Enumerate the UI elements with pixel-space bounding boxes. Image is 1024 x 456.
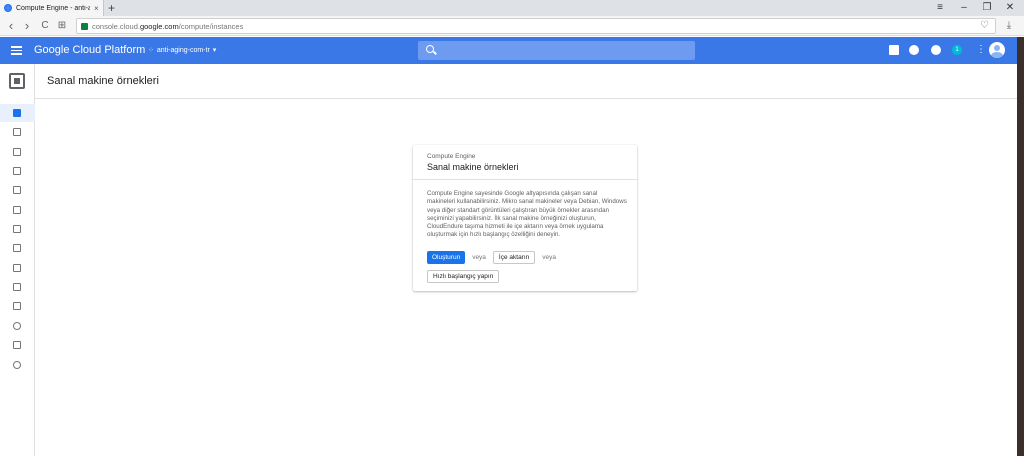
avatar[interactable]: [989, 42, 1005, 58]
card-actions-secondary: Hızlı başlangıç yapın: [427, 265, 500, 283]
bookmark-star-icon[interactable]: ♡: [980, 20, 989, 31]
tab-search-icon[interactable]: ≡: [928, 0, 952, 16]
metadata-icon: [13, 341, 21, 349]
page-title: Sanal makine örnekleri: [47, 75, 159, 87]
sole-tenant-icon: [13, 167, 21, 175]
tpu-icon: [13, 244, 21, 252]
vm-instances-icon: [13, 109, 21, 117]
restore-button[interactable]: ❐: [975, 0, 999, 16]
instance-groups-icon: [13, 128, 21, 136]
sidebar: [0, 64, 35, 456]
sidebar-item-vm-instances[interactable]: [0, 104, 35, 122]
hamburger-menu-icon[interactable]: [11, 46, 22, 55]
commitments-icon: [13, 264, 21, 272]
search-input[interactable]: [418, 41, 695, 60]
url-text: console.cloud.google.com/compute/instanc…: [92, 21, 244, 31]
sidebar-item-commitments[interactable]: [0, 259, 35, 277]
card-divider: [413, 179, 637, 180]
gcp-header: Google Cloud Platform ⁘ anti-aging-com-t…: [0, 37, 1017, 64]
sidebar-item-instance-groups[interactable]: [0, 123, 35, 141]
sidebar-item-images[interactable]: [0, 220, 35, 238]
empty-state-card: Compute Engine Sanal makine örnekleri Co…: [413, 145, 637, 291]
browser-tabstrip: Compute Engine - anti-ag × + ≡ – ❐ ✕: [0, 0, 1024, 16]
minimize-button[interactable]: –: [952, 0, 976, 16]
gear-icon: [13, 361, 21, 369]
notifications-badge[interactable]: 1: [952, 45, 962, 55]
sidebar-item-instance-templates[interactable]: [0, 143, 35, 161]
search-icon: [426, 45, 434, 53]
card-kicker: Compute Engine: [427, 153, 476, 160]
sidebar-item-metadata[interactable]: [0, 336, 35, 354]
compute-engine-favicon: [4, 4, 12, 12]
project-selector[interactable]: ⁘ anti-aging-com-tr ▾: [148, 46, 217, 55]
cloud-shell-icon[interactable]: [889, 45, 899, 55]
apps-icon[interactable]: ⊞: [55, 19, 69, 33]
browser-toolbar: ‹ › C ⊞ console.cloud.google.com/compute…: [0, 16, 1024, 36]
card-actions: Oluşturun veya İçe aktarın veya: [427, 251, 556, 264]
reload-button[interactable]: C: [38, 19, 52, 33]
clock-icon: [13, 322, 21, 330]
project-icon: ⁘: [148, 47, 154, 54]
project-name: anti-aging-com-tr: [156, 46, 210, 54]
back-button[interactable]: ‹: [4, 19, 18, 33]
gcp-brand[interactable]: Google Cloud Platform: [34, 44, 145, 56]
or-text: veya: [542, 254, 557, 261]
card-description: Compute Engine sayesinde Google altyapıs…: [427, 190, 627, 239]
header-divider: [35, 98, 1017, 99]
help-icon[interactable]: [931, 45, 941, 55]
address-bar[interactable]: console.cloud.google.com/compute/instanc…: [76, 18, 996, 34]
browser-tab[interactable]: Compute Engine - anti-ag ×: [0, 0, 104, 16]
sidebar-item-settings[interactable]: [0, 356, 35, 374]
images-icon: [13, 225, 21, 233]
card-title: Sanal makine örnekleri: [427, 162, 519, 172]
sidebar-item-security[interactable]: [0, 278, 35, 296]
import-button[interactable]: İçe aktarın: [492, 251, 536, 264]
sidebar-item-sole-tenant[interactable]: [0, 162, 35, 180]
lock-icon: [13, 283, 21, 291]
tab-title: Compute Engine - anti-ag: [16, 4, 90, 12]
sidebar-item-os-patch[interactable]: [0, 297, 35, 315]
window-edge: [1017, 37, 1024, 456]
templates-icon: [13, 148, 21, 156]
sidebar-item-disks[interactable]: [0, 181, 35, 199]
quickstart-button[interactable]: Hızlı başlangıç yapın: [427, 270, 500, 283]
create-button[interactable]: Oluşturun: [427, 251, 466, 264]
new-tab-button[interactable]: +: [108, 1, 115, 15]
download-icon[interactable]: ⤓: [1002, 19, 1016, 33]
grid-icon: [13, 302, 21, 310]
sidebar-item-tpus[interactable]: [0, 239, 35, 257]
more-options-icon[interactable]: ⋮: [976, 44, 986, 55]
chevron-down-icon: ▾: [212, 47, 217, 54]
forward-button[interactable]: ›: [20, 19, 34, 33]
compute-engine-icon: [9, 73, 25, 89]
close-window-button[interactable]: ✕: [998, 0, 1022, 16]
sidebar-item-snapshots[interactable]: [0, 201, 35, 219]
tab-close-icon[interactable]: ×: [94, 4, 99, 13]
lock-icon: [81, 22, 88, 30]
snapshots-icon: [13, 206, 21, 214]
sidebar-item-schedules[interactable]: [0, 317, 35, 335]
or-text: veya: [472, 254, 486, 261]
feedback-icon[interactable]: [909, 45, 919, 55]
disks-icon: [13, 186, 21, 194]
